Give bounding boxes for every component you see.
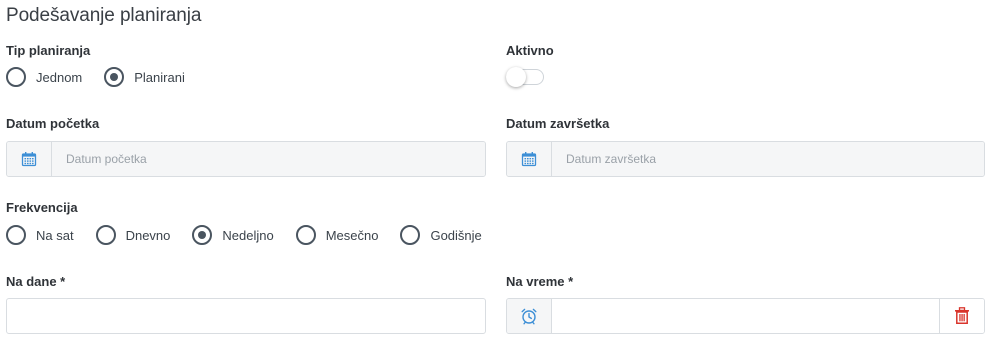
end-date-label: Datum završetka <box>506 116 610 131</box>
radio-yearly-circle[interactable] <box>400 225 421 245</box>
start-date-calendar-button[interactable] <box>7 142 52 176</box>
radio-monthly[interactable]: Mesečno <box>295 225 379 245</box>
time-picker-button[interactable] <box>507 299 552 333</box>
trash-icon <box>955 307 969 324</box>
radio-yearly[interactable]: Godišnje <box>400 225 482 245</box>
radio-scheduled-circle[interactable] <box>104 67 125 87</box>
radio-weekly-label: Nedeljno <box>222 227 274 243</box>
radio-daily-circle[interactable] <box>95 225 116 245</box>
radio-monthly-circle[interactable] <box>295 225 316 245</box>
radio-daily[interactable]: Dnevno <box>95 225 171 245</box>
active-toggle[interactable] <box>506 67 544 87</box>
start-date-input-group <box>6 141 486 177</box>
radio-hourly-label: Na sat <box>36 227 74 243</box>
frequency-label: Frekvencija <box>6 200 78 215</box>
calendar-icon <box>521 152 537 167</box>
radio-daily-label: Dnevno <box>125 227 171 243</box>
start-date-input[interactable] <box>52 142 485 176</box>
schedule-type-label: Tip planiranja <box>6 43 91 58</box>
radio-weekly-circle[interactable] <box>192 225 213 245</box>
time-input-group <box>506 298 985 334</box>
delete-time-button[interactable] <box>939 299 984 333</box>
radio-once-label: Jednom <box>36 69 83 85</box>
days-input[interactable] <box>6 298 486 334</box>
radio-weekly[interactable]: Nedeljno <box>192 225 274 245</box>
radio-yearly-label: Godišnje <box>430 227 482 243</box>
radio-scheduled[interactable]: Planirani <box>104 67 185 87</box>
active-label: Aktivno <box>506 43 554 58</box>
time-label: Na vreme * <box>506 274 574 289</box>
page-title: Podešavanje planiranja <box>6 5 202 26</box>
end-date-input-group <box>506 141 985 177</box>
radio-hourly-circle[interactable] <box>6 225 26 245</box>
time-input[interactable] <box>552 299 939 333</box>
radio-monthly-label: Mesečno <box>325 227 379 243</box>
radio-once[interactable]: Jednom <box>6 67 82 87</box>
start-date-label: Datum početka <box>6 116 100 131</box>
frequency-radio-group: Na sat Dnevno Nedeljno Mesečno Godišnje <box>6 225 482 245</box>
active-toggle-knob <box>506 67 526 87</box>
radio-once-circle[interactable] <box>6 67 26 87</box>
end-date-calendar-button[interactable] <box>507 142 552 176</box>
end-date-input[interactable] <box>552 142 984 176</box>
alarm-clock-icon <box>521 308 537 325</box>
radio-hourly[interactable]: Na sat <box>6 225 74 245</box>
days-label: Na dane * <box>6 274 66 289</box>
calendar-icon <box>21 152 37 167</box>
radio-scheduled-label: Planirani <box>134 69 185 85</box>
schedule-type-radio-group: Jednom Planirani <box>6 67 207 87</box>
